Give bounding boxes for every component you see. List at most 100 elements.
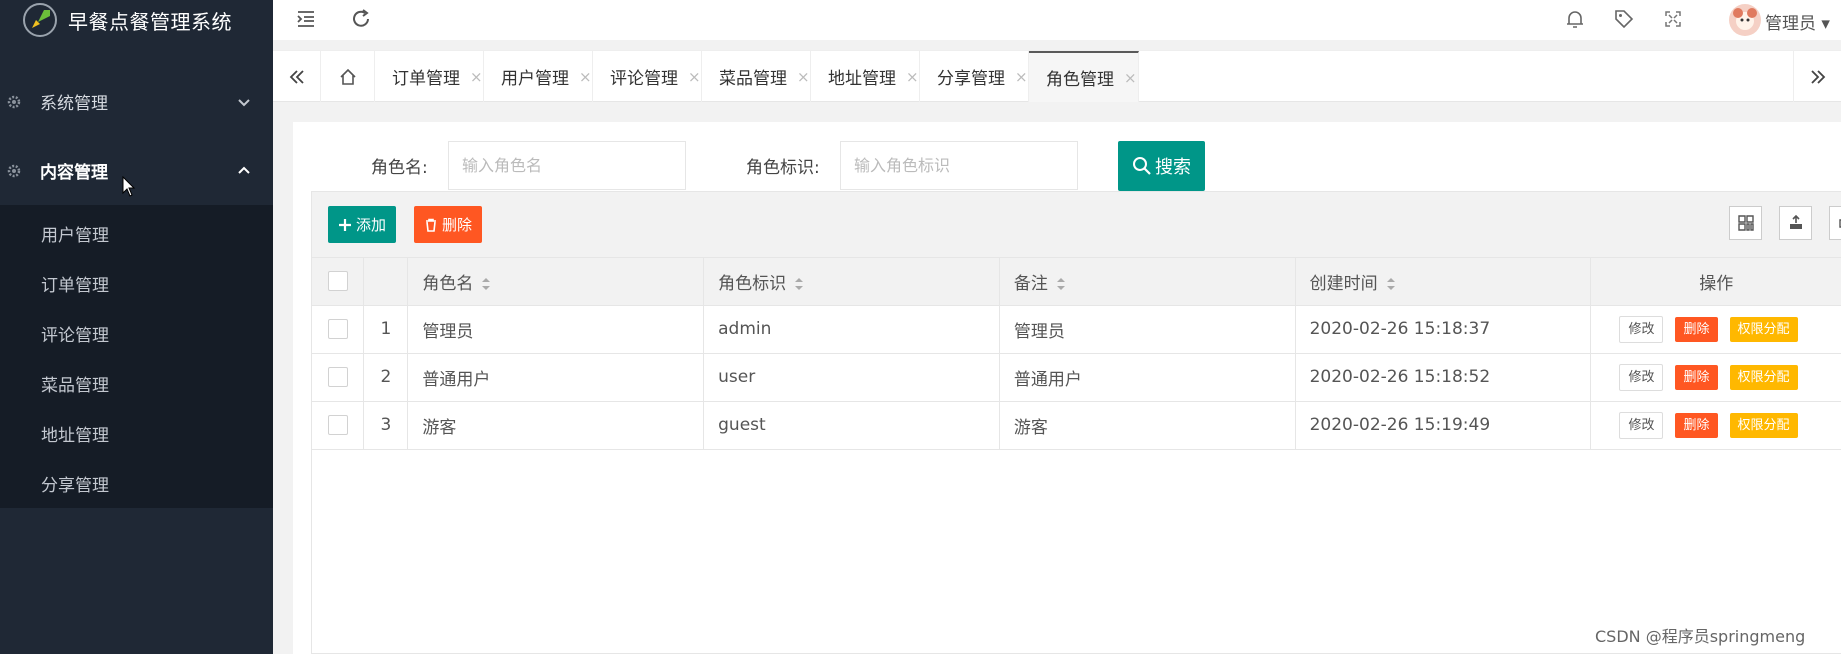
refresh-icon[interactable] bbox=[349, 7, 373, 31]
tab-addresses[interactable]: 地址管理 × bbox=[811, 51, 920, 102]
row-checkbox[interactable] bbox=[328, 415, 348, 435]
avatar[interactable] bbox=[1729, 4, 1761, 36]
row-index: 3 bbox=[363, 401, 409, 450]
table-toolbar: 添加 删除 bbox=[312, 192, 1841, 258]
row-index: 2 bbox=[363, 353, 409, 402]
close-icon[interactable]: × bbox=[1015, 68, 1028, 86]
row-checkbox[interactable] bbox=[328, 319, 348, 339]
tab-comments[interactable]: 评论管理 × bbox=[593, 51, 702, 102]
sidebar-item-comments[interactable]: 评论管理 bbox=[0, 308, 273, 358]
sidebar-item-users[interactable]: 用户管理 bbox=[0, 208, 273, 258]
close-icon[interactable]: × bbox=[579, 68, 592, 86]
delete-button[interactable]: 删除 bbox=[414, 206, 482, 243]
created-cell: 2020-02-26 15:19:49 bbox=[1295, 401, 1592, 450]
close-icon[interactable]: × bbox=[470, 68, 483, 86]
role-key-label: 角色标识: bbox=[746, 158, 820, 178]
submenu-content: 用户管理 订单管理 评论管理 菜品管理 地址管理 分享管理 bbox=[0, 205, 273, 508]
content-card: 角色名: 角色标识: 搜索 添加 删除 bbox=[293, 122, 1841, 654]
tab-label: 分享管理 bbox=[937, 69, 1005, 89]
search-form: 角色名: 角色标识: 搜索 bbox=[293, 132, 1841, 191]
role-name-cell: 游客 bbox=[407, 401, 705, 450]
edit-button[interactable]: 修改 bbox=[1619, 411, 1664, 439]
role-key-cell: guest bbox=[703, 401, 1000, 450]
sidebar-item-addresses[interactable]: 地址管理 bbox=[0, 408, 273, 458]
sort-icon[interactable] bbox=[1056, 277, 1066, 291]
tab-label: 菜品管理 bbox=[719, 69, 787, 89]
tab-orders[interactable]: 订单管理 × bbox=[375, 51, 484, 102]
sidebar-item-shares[interactable]: 分享管理 bbox=[0, 458, 273, 508]
delete-row-button[interactable]: 删除 bbox=[1675, 412, 1718, 438]
column-header-label: 角色标识 bbox=[718, 273, 787, 294]
search-icon bbox=[1133, 157, 1151, 175]
close-icon[interactable]: × bbox=[797, 68, 810, 86]
delete-button-label: 删除 bbox=[441, 216, 472, 234]
select-all-checkbox[interactable] bbox=[328, 271, 348, 292]
close-icon[interactable]: × bbox=[1124, 69, 1137, 87]
close-icon[interactable]: × bbox=[906, 68, 919, 86]
fullscreen-icon[interactable] bbox=[1661, 7, 1685, 31]
row-select-cell bbox=[312, 305, 365, 354]
column-header-role-name[interactable]: 角色名 bbox=[407, 258, 705, 306]
delete-row-button[interactable]: 删除 bbox=[1675, 364, 1718, 390]
tab-dishes[interactable]: 菜品管理 × bbox=[702, 51, 811, 102]
row-checkbox[interactable] bbox=[328, 367, 348, 387]
home-icon bbox=[339, 68, 356, 85]
delete-row-button[interactable]: 删除 bbox=[1675, 316, 1718, 342]
edit-button[interactable]: 修改 bbox=[1619, 363, 1664, 391]
column-header-label: 创建时间 bbox=[1309, 273, 1378, 294]
row-select-cell bbox=[312, 401, 365, 450]
tabs-scroll-right-button[interactable] bbox=[1793, 51, 1841, 102]
print-button[interactable] bbox=[1829, 206, 1841, 240]
index-header bbox=[363, 258, 409, 306]
export-icon bbox=[1789, 214, 1802, 229]
column-header-remark[interactable]: 备注 bbox=[999, 258, 1296, 306]
tab-home[interactable] bbox=[321, 51, 375, 102]
search-button-label: 搜索 bbox=[1155, 157, 1191, 178]
collapse-menu-icon[interactable] bbox=[294, 7, 318, 31]
watermark: CSDN @程序员springmeng bbox=[1595, 627, 1806, 646]
sort-icon[interactable] bbox=[481, 277, 491, 291]
sidebar: 早餐点餐管理系统 系统管理 内容管理 用户管理 订单管理 评论管理 菜品管理 地… bbox=[0, 0, 273, 654]
close-icon[interactable]: × bbox=[688, 68, 701, 86]
assign-permissions-button[interactable]: 权限分配 bbox=[1729, 412, 1798, 438]
actions-cell: 修改 删除 权限分配 bbox=[1590, 305, 1841, 354]
role-name-cell: 普通用户 bbox=[407, 353, 705, 402]
role-key-cell: admin bbox=[703, 305, 1000, 354]
column-header-created[interactable]: 创建时间 bbox=[1295, 258, 1592, 306]
sort-icon[interactable] bbox=[794, 277, 804, 291]
user-menu[interactable]: 管理员 ▾ bbox=[1765, 9, 1830, 34]
data-table: 角色名 角色标识 备注 创建时间 操作 1 管理员 admin 管理员 2020… bbox=[312, 258, 1841, 450]
menu-group-content[interactable]: 内容管理 bbox=[0, 136, 273, 205]
tab-shares[interactable]: 分享管理 × bbox=[920, 51, 1029, 102]
sidebar-item-dishes[interactable]: 菜品管理 bbox=[0, 358, 273, 408]
role-key-input[interactable] bbox=[840, 141, 1078, 190]
column-header-role-key[interactable]: 角色标识 bbox=[703, 258, 1000, 306]
gear-icon bbox=[7, 95, 21, 108]
double-chevron-left-icon bbox=[289, 69, 304, 84]
search-button[interactable]: 搜索 bbox=[1118, 141, 1205, 191]
trash-icon bbox=[425, 218, 436, 232]
sort-icon[interactable] bbox=[1386, 277, 1396, 291]
user-name-label: 管理员 bbox=[1765, 14, 1816, 34]
tab-roles[interactable]: 角色管理 × bbox=[1029, 51, 1139, 102]
tabs-scroll-left-button[interactable] bbox=[273, 51, 321, 102]
menu-group-system[interactable]: 系统管理 bbox=[0, 67, 273, 136]
role-name-input[interactable] bbox=[448, 141, 686, 190]
tab-users[interactable]: 用户管理 × bbox=[484, 51, 593, 102]
assign-permissions-button[interactable]: 权限分配 bbox=[1729, 364, 1798, 390]
role-key-cell: user bbox=[703, 353, 1000, 402]
table-row: 3 游客 guest 游客 2020-02-26 15:19:49 修改 删除 权限… bbox=[312, 401, 1841, 450]
add-button[interactable]: 添加 bbox=[328, 206, 396, 243]
tag-icon[interactable] bbox=[1612, 7, 1636, 31]
remark-cell: 管理员 bbox=[999, 305, 1296, 354]
bell-icon[interactable] bbox=[1563, 7, 1587, 31]
role-table: 添加 删除 角色名 角色标识 备注 创建时间 操作 1 管理员 admin 管理… bbox=[311, 191, 1841, 654]
app-logo[interactable]: 早餐点餐管理系统 bbox=[0, 0, 273, 40]
add-button-label: 添加 bbox=[355, 216, 386, 234]
sidebar-item-orders[interactable]: 订单管理 bbox=[0, 258, 273, 308]
export-button[interactable] bbox=[1779, 206, 1812, 240]
assign-permissions-button[interactable]: 权限分配 bbox=[1729, 316, 1798, 342]
tab-label: 地址管理 bbox=[828, 69, 896, 89]
columns-filter-button[interactable] bbox=[1729, 206, 1762, 240]
edit-button[interactable]: 修改 bbox=[1619, 315, 1664, 343]
